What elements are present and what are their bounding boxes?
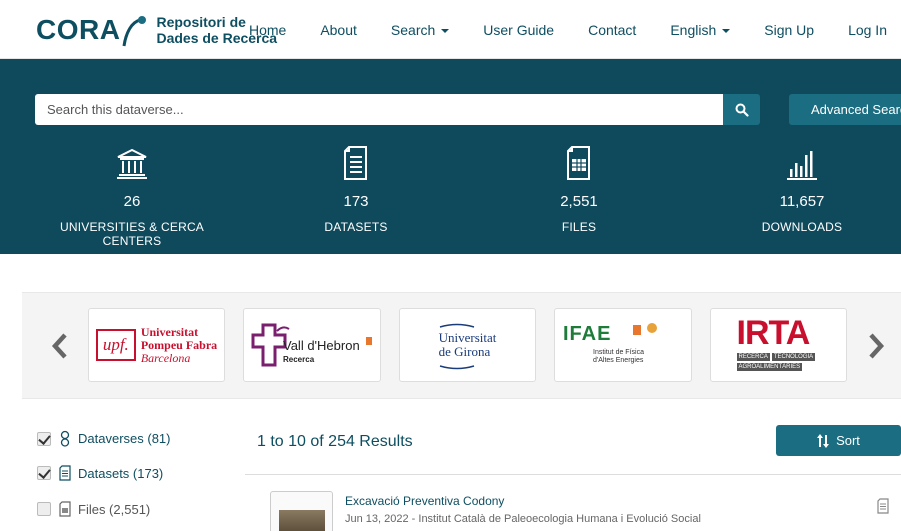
nav-user-guide[interactable]: User Guide bbox=[483, 22, 554, 38]
sort-button[interactable]: Sort bbox=[776, 425, 901, 456]
upf-line3: Barcelona bbox=[140, 350, 191, 365]
stat-datasets-value: 173 bbox=[343, 193, 369, 210]
stat-universities-value: 26 bbox=[123, 193, 141, 210]
facet-files[interactable]: Files (2,551) bbox=[37, 501, 150, 517]
udg-top-arc-icon bbox=[439, 323, 474, 328]
sort-icon bbox=[817, 433, 830, 448]
carousel-next-button[interactable] bbox=[866, 331, 886, 361]
nav-home[interactable]: Home bbox=[249, 22, 286, 38]
bar-chart-icon bbox=[787, 151, 817, 180]
dataset-icon bbox=[59, 465, 71, 481]
main-nav: Home About Search User Guide Contact Eng… bbox=[249, 0, 901, 59]
upf-line1: Universitat bbox=[140, 324, 199, 339]
result-title-link[interactable]: Excavació Preventiva Codony bbox=[345, 494, 504, 508]
irta-line3: TECNOLOGIA bbox=[771, 353, 816, 361]
dataset-document-icon bbox=[344, 146, 367, 180]
nav-search-dropdown[interactable]: Search bbox=[390, 21, 450, 38]
results-divider bbox=[245, 474, 901, 475]
vall-dhebron-badge-icon bbox=[366, 337, 373, 345]
ifae-excellence-icon bbox=[647, 323, 657, 333]
partner-logo-udg[interactable]: Universitat de Girona bbox=[399, 308, 536, 382]
stat-universities: 26 UNIVERSITIES & CERCA CENTERS bbox=[32, 139, 232, 248]
stat-downloads: 11,657 DOWNLOADS bbox=[702, 139, 901, 234]
stat-downloads-value: 11,657 bbox=[779, 193, 825, 210]
nav-search-label: Search bbox=[390, 21, 436, 38]
upf-logo: upf. Universitat Pompeu Fabra Barcelona bbox=[95, 324, 218, 365]
result-meta: Jun 13, 2022 - Institut Català de Paleoe… bbox=[345, 513, 701, 525]
cora-logo[interactable]: CORA Repositori de Dades de Recerca bbox=[36, 8, 277, 52]
nav-log-in[interactable]: Log In bbox=[848, 22, 887, 38]
stat-files: 2,551 FILES bbox=[479, 139, 679, 234]
upf-line2: Pompeu Fabra bbox=[140, 337, 218, 352]
search-icon bbox=[735, 103, 749, 117]
logo-wordmark: CORA bbox=[36, 14, 121, 45]
facet-datasets[interactable]: Datasets (173) bbox=[37, 465, 163, 481]
results-summary: 1 to 10 of 254 Results bbox=[257, 433, 413, 450]
logo-arc-icon bbox=[122, 14, 148, 47]
irta-logo: IRTA RECERCA TECNOLOGIA AGROALIMENTÀRIES bbox=[715, 313, 843, 377]
stat-downloads-label: DOWNLOADS bbox=[761, 220, 843, 234]
ifae-line2: Institut de Física bbox=[593, 349, 644, 356]
caret-down-icon bbox=[441, 28, 450, 33]
carousel-prev-button[interactable] bbox=[50, 331, 70, 361]
vall-dhebron-logo: Vall d'Hebron Recerca bbox=[247, 315, 377, 375]
nav-language-dropdown[interactable]: English bbox=[670, 21, 731, 38]
vall-dhebron-sub: Recerca bbox=[283, 355, 315, 364]
result-dataset-icon bbox=[877, 498, 889, 519]
vall-dhebron-name: Vall d'Hebron bbox=[283, 338, 360, 353]
nav-about[interactable]: About bbox=[320, 22, 357, 38]
irta-line2: RECERCA bbox=[736, 353, 770, 361]
university-icon bbox=[117, 148, 147, 179]
ifae-logo: IFAE Institut de Física d'Altes Energies bbox=[559, 315, 687, 375]
result-thumbnail-image bbox=[279, 510, 325, 531]
caret-down-icon bbox=[722, 28, 731, 33]
ifae-badge-icon bbox=[633, 325, 641, 335]
search-button[interactable] bbox=[723, 94, 760, 125]
top-navbar: CORA Repositori de Dades de Recerca Home… bbox=[0, 0, 901, 59]
stat-datasets: 173 DATASETS bbox=[256, 139, 456, 234]
partner-logo-ifae[interactable]: IFAE Institut de Física d'Altes Energies bbox=[554, 308, 692, 382]
sort-label: Sort bbox=[836, 433, 860, 448]
upf-mark: upf. bbox=[102, 335, 129, 354]
chevron-right-icon bbox=[869, 333, 885, 359]
file-icon bbox=[59, 501, 71, 517]
facet-dataverses[interactable]: Dataverses (81) bbox=[37, 430, 170, 447]
facet-dataverses-label: Dataverses (81) bbox=[78, 431, 171, 446]
udg-bottom-arc-icon bbox=[439, 365, 474, 370]
ifae-wordmark: IFAE bbox=[563, 323, 612, 345]
udg-logo: Universitat de Girona bbox=[438, 317, 497, 373]
stat-files-value: 2,551 bbox=[560, 193, 598, 210]
stat-datasets-label: DATASETS bbox=[324, 220, 388, 234]
result-thumbnail[interactable] bbox=[270, 491, 333, 531]
facet-datasets-label: Datasets (173) bbox=[78, 465, 164, 481]
partner-logo-vall-dhebron[interactable]: Vall d'Hebron Recerca bbox=[243, 308, 381, 382]
facet-dataverses-checkbox[interactable] bbox=[37, 431, 51, 446]
ifae-line3: d'Altes Energies bbox=[593, 357, 644, 364]
udg-line1: Universitat bbox=[438, 330, 497, 345]
dataverse-search-input[interactable] bbox=[35, 94, 723, 125]
nav-sign-up[interactable]: Sign Up bbox=[764, 22, 814, 38]
file-table-icon bbox=[567, 146, 590, 180]
advanced-search-button[interactable]: Advanced Search bbox=[789, 94, 901, 125]
facet-datasets-checkbox[interactable] bbox=[37, 466, 51, 480]
facet-files-checkbox[interactable] bbox=[37, 502, 51, 516]
facet-files-label: Files (2,551) bbox=[78, 501, 151, 517]
nav-language-label: English bbox=[670, 21, 717, 38]
irta-wordmark: IRTA bbox=[736, 314, 811, 352]
stat-files-label: FILES bbox=[561, 220, 597, 234]
dataverse-icon bbox=[59, 430, 71, 447]
irta-line4: AGROALIMENTÀRIES bbox=[736, 363, 803, 371]
hero-banner: Advanced Search 26 UNIVERSITIES & CERCA … bbox=[0, 59, 901, 254]
chevron-left-icon bbox=[51, 333, 67, 359]
nav-contact[interactable]: Contact bbox=[588, 22, 636, 38]
stat-universities-label: UNIVERSITIES & CERCA CENTERS bbox=[59, 220, 205, 248]
partner-logo-upf[interactable]: upf. Universitat Pompeu Fabra Barcelona bbox=[88, 308, 225, 382]
partner-logo-irta[interactable]: IRTA RECERCA TECNOLOGIA AGROALIMENTÀRIES bbox=[710, 308, 847, 382]
udg-line2: de Girona bbox=[438, 344, 491, 359]
